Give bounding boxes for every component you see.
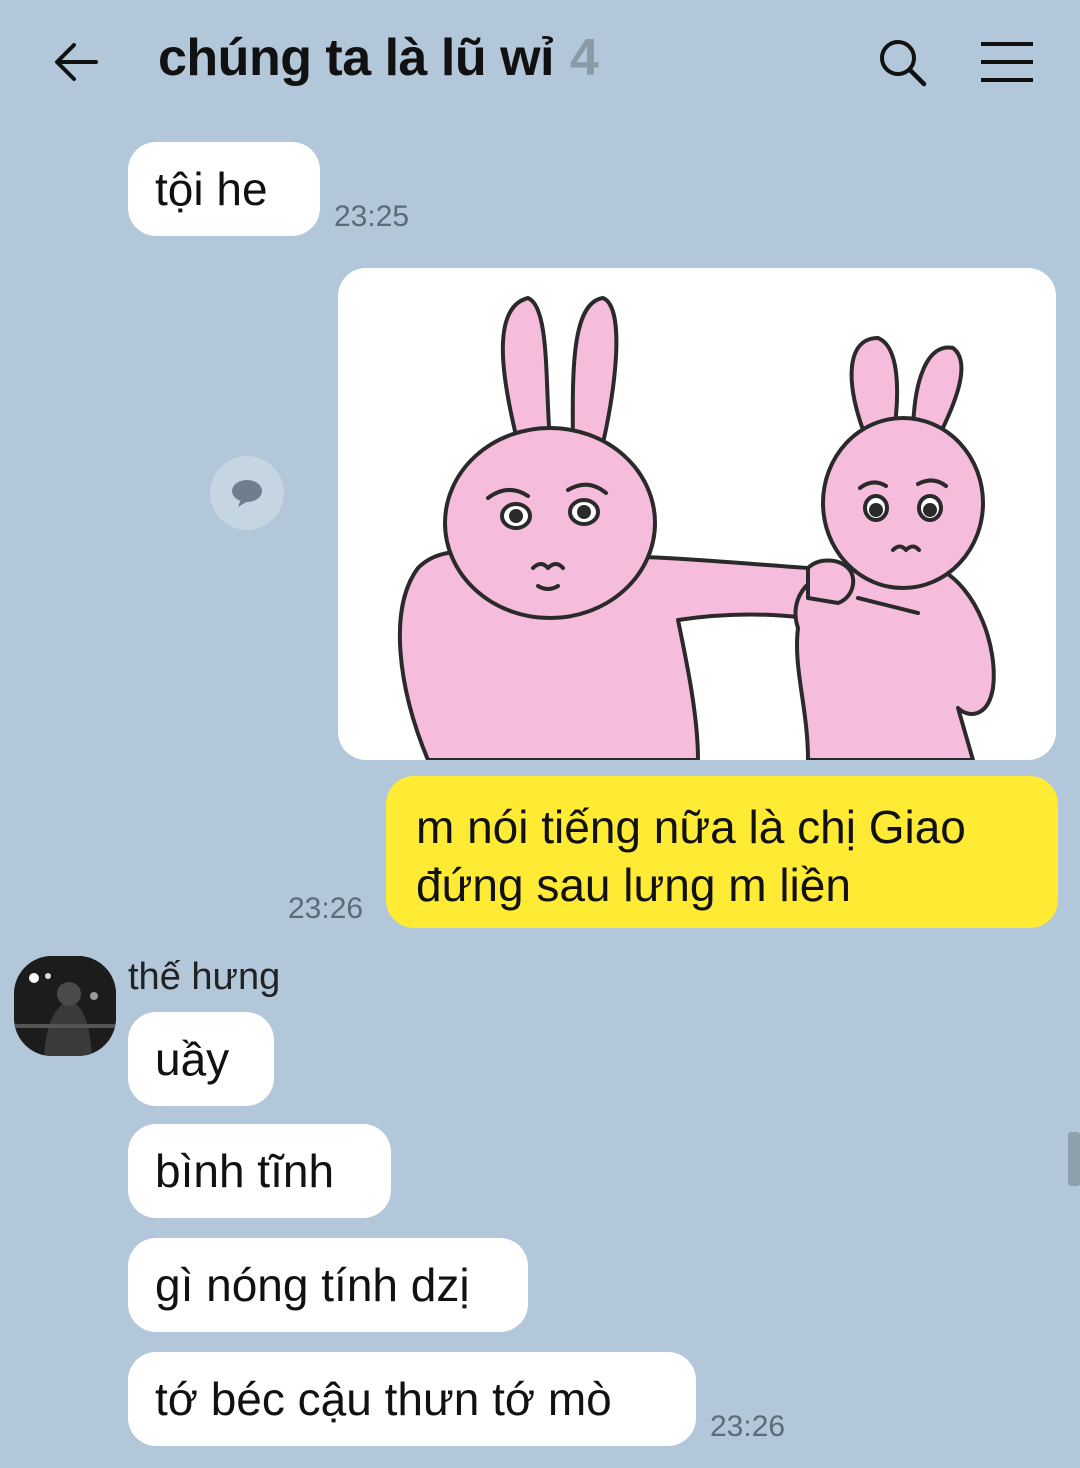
message-text: m nói tiếng nữa là chị Giao đứng sau lưn… [416,801,966,911]
avatar[interactable] [14,956,116,1056]
chat-name: chúng ta là lũ wỉ [158,29,554,87]
hamburger-menu-icon[interactable] [978,38,1036,86]
message-bubble[interactable]: gì nóng tính dzị [128,1238,528,1332]
share-button[interactable] [210,456,284,530]
message-text: tớ béc cậu thưn tớ mò [155,1373,612,1425]
profile-photo [14,956,116,1056]
message-bubble[interactable]: bình tĩnh [128,1124,391,1218]
sticker-image[interactable] [338,268,1056,760]
message-text: gì nóng tính dzị [155,1259,470,1311]
pink-rabbits-sticker [397,296,996,760]
message-time: 23:26 [288,892,364,925]
message-text: bình tĩnh [155,1145,335,1197]
message-bubble[interactable]: uầy [128,1012,274,1106]
chat-header: chúng ta là lũ wỉ 4 [0,0,1080,125]
arrow-left-icon[interactable] [50,36,102,88]
chat-bubble-share-icon [232,480,262,507]
chat-title: chúng ta là lũ wỉ 4 [158,28,599,88]
message-bubble[interactable]: tớ béc cậu thưn tớ mò [128,1352,696,1446]
search-icon[interactable] [876,36,930,90]
scrollbar-thumb[interactable] [1068,1132,1080,1186]
message-text: tội he [155,163,268,215]
member-count: 4 [569,29,599,87]
message-time: 23:25 [334,200,410,233]
sender-name: thế hưng [128,956,281,998]
message-text: uầy [155,1033,230,1085]
message-time: 23:26 [710,1410,786,1443]
message-bubble[interactable]: tội he [128,142,320,236]
message-bubble-sent[interactable]: m nói tiếng nữa là chị Giao đứng sau lưn… [386,776,1058,928]
